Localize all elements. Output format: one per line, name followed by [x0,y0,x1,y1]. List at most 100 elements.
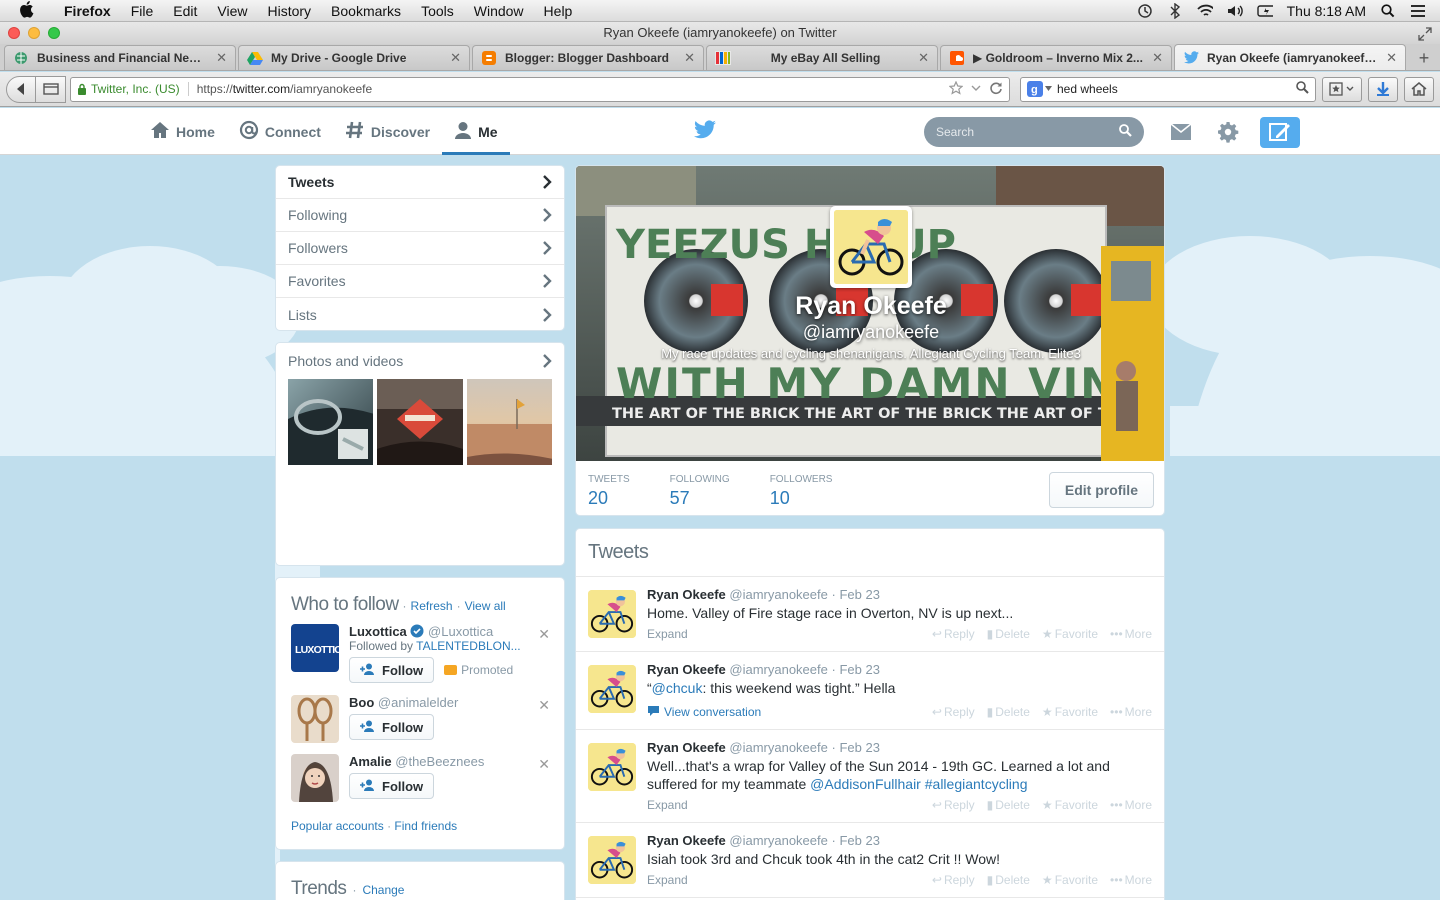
spotlight-icon[interactable] [1380,3,1396,19]
menubar-clock[interactable]: Thu 8:18 AM [1287,3,1366,19]
delete-action[interactable]: ▮ Delete [987,798,1030,812]
tweet-expand-link[interactable]: Expand [647,798,688,812]
time-machine-icon[interactable] [1137,3,1153,19]
tweet-item[interactable]: Ryan Okeefe @iamryanokeefe · Feb 23 “@ch… [576,652,1164,730]
suggestion-name[interactable]: Boo [349,695,374,710]
notification-center-icon[interactable] [1410,3,1426,19]
photo-thumbnail-dashboard-sign[interactable] [377,379,463,465]
more-action[interactable]: ••• More [1110,798,1152,812]
popular-accounts-link[interactable]: Popular accounts [291,819,384,833]
avatar[interactable] [588,743,636,791]
dismiss-suggestion-icon[interactable]: ✕ [538,697,550,714]
menu-window[interactable]: Window [464,0,534,22]
menu-edit[interactable]: Edit [163,0,207,22]
tweet-timestamp[interactable]: Feb 23 [839,662,879,677]
close-window-button[interactable] [8,27,20,39]
volume-icon[interactable] [1227,3,1243,19]
more-action[interactable]: ••• More [1110,873,1152,887]
delete-action[interactable]: ▮ Delete [987,873,1030,887]
menu-bookmarks[interactable]: Bookmarks [321,0,411,22]
favorite-action[interactable]: ★ Favorite [1042,705,1098,719]
reply-action[interactable]: ↩ Reply [932,705,975,719]
bookmark-star-icon[interactable] [948,80,964,98]
profile-avatar[interactable] [830,206,912,288]
search-engine-google-icon[interactable]: g [1027,81,1053,97]
tab-ebay[interactable]: My eBay All Selling ✕ [706,45,938,70]
menu-history[interactable]: History [257,0,321,22]
tab-business-news[interactable]: Business and Financial News... ✕ [4,45,236,70]
avatar[interactable] [291,695,339,743]
tweet-item[interactable]: Ryan Okeefe @iamryanokeefe · Feb 23 Well… [576,730,1164,823]
hashtag-link[interactable]: #allegiantcycling [925,776,1028,792]
twitter-search-box[interactable] [924,117,1144,147]
site-identity[interactable]: Twitter, Inc. (US) [77,82,189,96]
favorite-action[interactable]: ★ Favorite [1042,873,1098,887]
new-tab-button[interactable]: + [1412,46,1436,70]
close-tab-icon[interactable]: ✕ [684,50,695,66]
tweet-author-name[interactable]: Ryan Okeefe [647,833,726,848]
menu-help[interactable]: Help [534,0,583,22]
tab-google-drive[interactable]: My Drive - Google Drive ✕ [238,45,470,70]
tab-twitter[interactable]: Ryan Okeefe (iamryanokeefe... ✕ [1174,44,1406,70]
nav-me[interactable]: Me [442,108,510,155]
dismiss-suggestion-icon[interactable]: ✕ [538,626,550,643]
messages-envelope-icon[interactable] [1168,119,1194,145]
stat-following[interactable]: Following 57 [670,474,730,509]
mention-link[interactable]: @chcuk [652,680,703,696]
menu-tools[interactable]: Tools [411,0,464,22]
view-conversation-link[interactable]: View conversation [647,705,761,720]
avatar[interactable] [588,590,636,638]
delete-action[interactable]: ▮ Delete [987,705,1030,719]
close-tab-icon[interactable]: ✕ [1152,50,1163,66]
tweet-expand-link[interactable]: Expand [647,627,688,641]
menu-file[interactable]: File [121,0,164,22]
history-button[interactable] [36,75,66,103]
delete-action[interactable]: ▮ Delete [987,627,1030,641]
profile-nav-following[interactable]: Following [276,199,564,232]
follow-button-thebeeznees[interactable]: Follow [349,773,435,799]
minimize-window-button[interactable] [28,27,40,39]
nav-home[interactable]: Home [138,108,227,155]
stat-followers[interactable]: Followers 10 [770,474,833,509]
chevron-down-icon[interactable] [971,81,981,98]
avatar[interactable] [588,836,636,884]
tab-soundcloud[interactable]: ▶ Goldroom – Inverno Mix 2... ✕ [940,45,1172,70]
tab-blogger[interactable]: Blogger: Blogger Dashboard ✕ [472,45,704,70]
profile-nav-lists[interactable]: Lists [276,298,564,331]
fullscreen-icon[interactable] [1418,26,1432,41]
close-tab-icon[interactable]: ✕ [216,50,227,66]
zoom-window-button[interactable] [48,27,60,39]
search-bar[interactable]: g hed wheels [1020,76,1316,102]
find-friends-link[interactable]: Find friends [394,819,457,833]
suggestion-name[interactable]: Luxottica [349,624,407,639]
close-tab-icon[interactable]: ✕ [1386,50,1397,66]
close-tab-icon[interactable]: ✕ [450,50,461,66]
downloads-button[interactable] [1368,76,1398,102]
menu-view[interactable]: View [207,0,257,22]
nav-discover[interactable]: Discover [333,108,442,155]
photos-videos-header[interactable]: Photos and videos [276,343,564,379]
tweet-timestamp[interactable]: Feb 23 [839,740,879,755]
more-action[interactable]: ••• More [1110,705,1152,719]
settings-gear-icon[interactable] [1215,119,1241,145]
tweet-author-name[interactable]: Ryan Okeefe [647,740,726,755]
suggestion-handle[interactable]: @Luxottica [428,624,493,639]
tweet-author-handle[interactable]: @iamryanokeefe [729,833,827,848]
tweet-author-name[interactable]: Ryan Okeefe [647,662,726,677]
tweet-timestamp[interactable]: Feb 23 [839,587,879,602]
tweet-item[interactable]: Ryan Okeefe @iamryanokeefe · Feb 23 Isia… [576,823,1164,898]
follow-button-animalelder[interactable]: Follow [349,714,435,740]
follow-button-luxottica[interactable]: Follow [349,657,435,683]
tweet-author-name[interactable]: Ryan Okeefe [647,587,726,602]
search-icon[interactable] [1119,124,1132,140]
url-text[interactable]: https://twitter.com/iamryanokeefe [197,82,949,96]
reply-action[interactable]: ↩ Reply [932,627,975,641]
suggestion-handle[interactable]: @theBeeznees [395,754,484,769]
favorite-action[interactable]: ★ Favorite [1042,798,1098,812]
reload-icon[interactable] [989,81,1003,98]
bookmarks-menu-button[interactable] [1322,76,1362,102]
edit-profile-button[interactable]: Edit profile [1048,472,1154,508]
battery-icon[interactable] [1256,3,1273,19]
bluetooth-icon[interactable] [1167,2,1183,19]
mention-link[interactable]: @AddisonFullhair [810,776,921,792]
